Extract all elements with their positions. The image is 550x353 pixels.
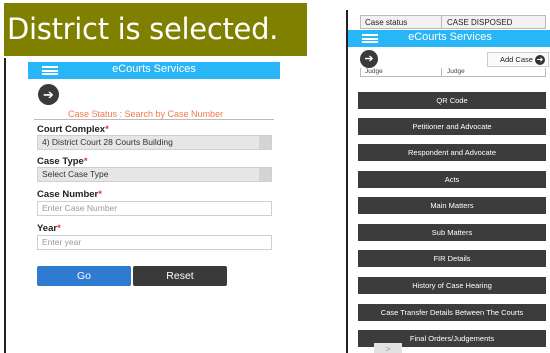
sub-matters-button[interactable]: Sub Matters (358, 224, 546, 241)
respondent-advocate-button[interactable]: Respondent and Advocate (358, 144, 546, 161)
case-type-label: Case Type* (37, 156, 88, 167)
back-arrow-icon[interactable]: ➔ (360, 50, 378, 68)
add-case-button[interactable]: Add Case ➜ (487, 52, 549, 67)
app-bar: eCourts Services (28, 62, 280, 79)
status-value: CASE DISPOSED (447, 18, 513, 27)
case-number-input[interactable]: Enter Case Number (37, 201, 272, 216)
court-complex-select[interactable]: 4) District Court 28 Courts Building (37, 135, 272, 150)
main-matters-button[interactable]: Main Matters (358, 197, 546, 214)
acts-button[interactable]: Acts (358, 171, 546, 188)
court-complex-label: Court Complex* (37, 124, 109, 135)
case-hearing-history-button[interactable]: History of Case Hearing (358, 277, 546, 294)
scroll-right-icon[interactable]: > (374, 343, 402, 353)
case-type-select[interactable]: Select Case Type (37, 167, 272, 182)
go-button[interactable]: Go (37, 266, 131, 286)
case-status-row: Case status CASE DISPOSED (360, 15, 546, 29)
case-number-label: Case Number* (37, 189, 102, 200)
app-title: eCourts Services (112, 63, 196, 75)
dropdown-caret-icon (259, 136, 271, 149)
petitioner-advocate-button[interactable]: Petitioner and Advocate (358, 118, 546, 135)
fir-details-button[interactable]: FIR Details (358, 250, 546, 267)
app-bar: eCourts Services (348, 30, 550, 47)
qr-code-button[interactable]: QR Code (358, 92, 546, 109)
app-title: eCourts Services (408, 31, 492, 43)
dropdown-caret-icon (259, 168, 271, 181)
left-phone-screen: eCourts Services ➔ Case Status : Search … (4, 58, 306, 353)
form-title: Case Status : Search by Case Number (68, 109, 224, 119)
right-phone-screen: Case status CASE DISPOSED eCourts Servic… (346, 10, 550, 353)
year-input[interactable]: Enter year (37, 235, 272, 250)
back-arrow-icon[interactable]: ➔ (38, 84, 59, 105)
case-transfer-button[interactable]: Case Transfer Details Between The Courts (358, 304, 546, 321)
add-icon: ➜ (535, 54, 545, 65)
year-label: Year* (37, 223, 61, 234)
status-label: Case status (365, 18, 408, 27)
divider (34, 119, 274, 120)
reset-button[interactable]: Reset (133, 266, 227, 286)
judge-row: Judge Judge (360, 68, 546, 77)
caption-banner: District is selected. (4, 3, 307, 56)
